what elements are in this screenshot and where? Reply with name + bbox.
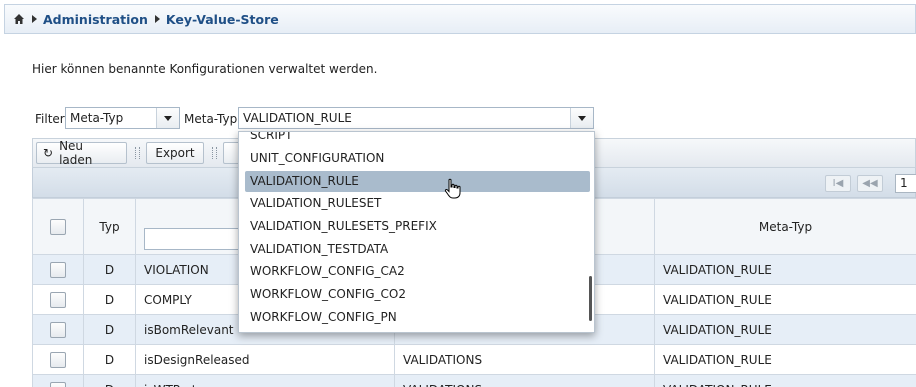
breadcrumb: Administration Key-Value-Store (4, 4, 916, 34)
cell-metatyp: VALIDATION_RULE (654, 344, 916, 375)
cell-group: VALIDATIONS (394, 374, 655, 387)
chevron-right-icon (32, 15, 37, 23)
reload-button[interactable]: ↻ Neu laden (36, 139, 127, 167)
row-checkbox[interactable] (50, 351, 66, 368)
dropdown-option[interactable]: UNIT_CONFIGURATION (245, 148, 590, 169)
cell-name: isWTPart (135, 374, 395, 387)
column-header-metatyp[interactable]: Meta-Typ (654, 198, 916, 255)
cell-metatyp: VALIDATION_RULE (654, 284, 916, 315)
row-checkbox[interactable] (50, 321, 66, 338)
chevron-down-icon[interactable] (570, 108, 593, 128)
cell-metatyp: VALIDATION_RULE (654, 314, 916, 345)
row-checkbox[interactable] (50, 381, 66, 387)
reload-button-label: Neu laden (59, 139, 93, 167)
chevron-right-icon (154, 15, 160, 23)
select-all-header (32, 198, 84, 255)
toolbar-separator (135, 147, 140, 159)
cell-typ: D (83, 374, 136, 387)
filter-label: Filter (35, 112, 65, 126)
filter-select[interactable]: Meta-Typ (65, 107, 180, 129)
table-row[interactable]: D isDesignReleased VALIDATIONS VALIDATIO… (32, 344, 916, 375)
previous-page-button[interactable]: ◀◀ (857, 175, 883, 192)
hand-cursor-icon (444, 178, 462, 203)
cell-name: isDesignReleased (135, 344, 395, 375)
dropdown-option[interactable]: WORKFLOW_CONFIG_CA2 (245, 261, 590, 282)
column-header-typ[interactable]: Typ (83, 198, 136, 255)
chevron-down-icon[interactable] (156, 108, 179, 128)
first-page-button[interactable]: I◀ (825, 175, 851, 192)
dropdown-option[interactable]: VALIDATION_RULESETS_PREFIX (245, 216, 590, 237)
refresh-icon: ↻ (43, 146, 54, 160)
dropdown-scrollbar[interactable] (589, 276, 592, 321)
page-number-input[interactable]: 1 (895, 174, 916, 193)
select-all-checkbox[interactable] (50, 218, 66, 235)
page-description: Hier können benannte Konfigurationen ver… (32, 62, 378, 76)
breadcrumb-administration[interactable]: Administration (43, 12, 148, 27)
dropdown-option[interactable]: VALIDATION_RULESET (245, 193, 590, 214)
breadcrumb-key-value-store[interactable]: Key-Value-Store (166, 12, 279, 27)
dropdown-option[interactable]: WORKFLOW_CONFIG_CO2 (245, 284, 590, 305)
cell-typ: D (83, 344, 136, 375)
metatyp-dropdown-list: SCRIPT UNIT_CONFIGURATION VALIDATION_RUL… (238, 131, 595, 333)
cell-metatyp: VALIDATION_RULE (654, 254, 916, 285)
cell-group: VALIDATIONS (394, 344, 655, 375)
dropdown-option[interactable]: WORKFLOW_CONFIG_PN (245, 307, 590, 328)
dropdown-option-selected[interactable]: VALIDATION_RULE (245, 171, 590, 192)
dropdown-option[interactable]: SCRIPT (245, 132, 590, 146)
metatyp-select-value: VALIDATION_RULE (243, 111, 352, 125)
row-checkbox[interactable] (50, 261, 66, 278)
cell-typ: D (83, 254, 136, 285)
cell-metatyp: VALIDATION_RULE (654, 374, 916, 387)
home-icon[interactable] (13, 13, 25, 25)
cell-typ: D (83, 284, 136, 315)
filter-select-value: Meta-Typ (70, 111, 124, 125)
metatyp-select[interactable]: VALIDATION_RULE (238, 107, 594, 129)
export-button-label: Export (155, 146, 195, 160)
dropdown-option[interactable]: VALIDATION_TESTDATA (245, 239, 590, 260)
cell-typ: D (83, 314, 136, 345)
toolbar-separator (212, 147, 217, 159)
table-row[interactable]: D isWTPart VALIDATIONS VALIDATION_RULE (32, 374, 916, 387)
row-checkbox[interactable] (50, 291, 66, 308)
metatyp-label: Meta-Typ (184, 112, 238, 126)
export-button[interactable]: Export (146, 142, 204, 164)
